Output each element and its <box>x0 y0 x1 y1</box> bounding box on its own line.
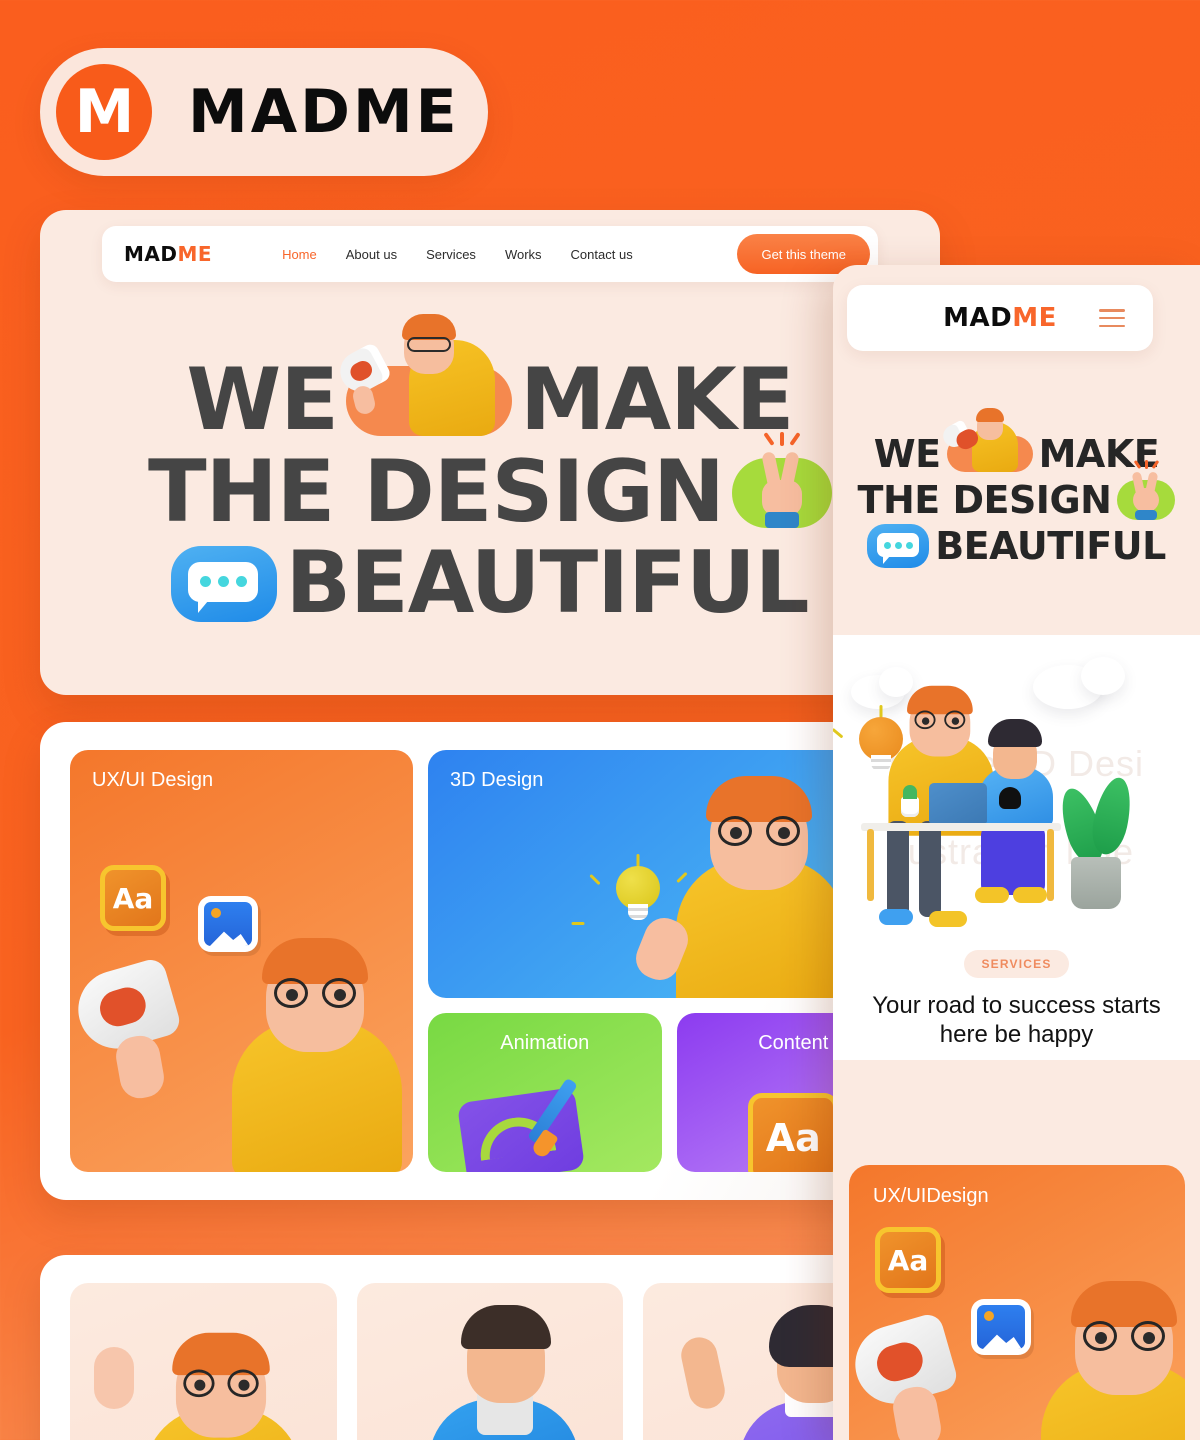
desktop-people-panel <box>40 1255 940 1440</box>
hero-word-make: MAKE <box>520 350 795 451</box>
desktop-hero: WE MAKE THE DESIGN BEAUTIFUL <box>40 290 940 695</box>
mobile-hero-word-we: WE <box>873 432 941 476</box>
nav-links: Home About us Services Works Contact us <box>282 247 633 262</box>
grey-trousers-right <box>919 821 941 917</box>
blue-sneaker <box>879 909 913 925</box>
people-grid <box>70 1283 910 1440</box>
waving-bearded-character <box>134 1332 309 1440</box>
brand-wordmark: MADME <box>188 77 460 147</box>
grey-trousers-left <box>887 821 909 917</box>
mobile-navbar: MADME <box>847 285 1153 351</box>
peace-hand-pill-icon <box>1117 459 1176 520</box>
hero-line-3: BEAUTIFUL <box>171 533 810 634</box>
seated-character-hair <box>988 719 1042 747</box>
mobile-service-card-uxui[interactable]: UX/UIDesign Aa <box>849 1165 1185 1440</box>
people-card-waving[interactable] <box>70 1283 337 1440</box>
mobile-logo-primary: MAD <box>943 303 1013 333</box>
brand-mark-letter: M <box>74 77 135 147</box>
waving-hand-icon <box>94 1347 134 1409</box>
laptop-icon <box>929 783 987 823</box>
desktop-mockup: MADME Home About us Services Works Conta… <box>40 210 940 695</box>
skull-print-icon <box>999 787 1021 809</box>
services-heading: Your road to success starts here be happ… <box>872 992 1161 1048</box>
nav-item-about-us[interactable]: About us <box>346 247 397 262</box>
mobile-service-card-title: UX/UIDesign <box>873 1185 989 1207</box>
desk-leg <box>1047 829 1054 901</box>
lightbulb-icon <box>616 866 660 920</box>
mobile-hero-word-the-design: THE DESIGN <box>857 478 1112 522</box>
brand-badge: M MADME <box>40 48 488 176</box>
mobile-hero-word-beautiful: BEAUTIFUL <box>935 524 1166 568</box>
mobile-hero-line-2: THE DESIGN <box>857 459 1176 522</box>
hero-word-we: WE <box>186 350 339 451</box>
desk-leg <box>867 829 874 901</box>
image-icon <box>971 1299 1031 1355</box>
bearded-character-illustration <box>664 776 854 998</box>
desk-surface <box>861 823 1061 831</box>
nav-item-home[interactable]: Home <box>282 247 317 262</box>
nav-item-works[interactable]: Works <box>505 247 542 262</box>
service-card-title: 3D Design <box>450 769 544 791</box>
mobile-illustration: ital De 3D Desi lustration l De <box>833 635 1200 950</box>
megaphone-character-pill-icon <box>333 314 513 437</box>
service-card-animation[interactable]: Animation <box>428 1013 662 1172</box>
yellow-sneaker <box>975 887 1009 903</box>
yellow-sneaker <box>1013 887 1047 903</box>
hand-icon <box>112 1032 168 1102</box>
nav-item-contact-us[interactable]: Contact us <box>571 247 633 262</box>
cloud-icon <box>1081 657 1125 695</box>
aa-typography-icon: Aa <box>748 1093 839 1172</box>
pointing-finger-icon <box>678 1334 729 1412</box>
mobile-hero-line-3: BEAUTIFUL <box>867 524 1166 568</box>
aa-typography-icon: Aa <box>100 865 166 931</box>
nav-logo-primary: MAD <box>124 242 178 266</box>
blue-jeans <box>981 825 1045 895</box>
service-card-title: UX/UI Design <box>92 769 214 791</box>
hero-line-2: THE DESIGN <box>148 431 832 542</box>
mobile-nav-logo[interactable]: MADME <box>943 303 1057 333</box>
service-card-uxui-design[interactable]: UX/UI Design Aa <box>70 750 413 1172</box>
service-card-title: Animation <box>500 1032 590 1054</box>
service-card-title: Content <box>758 1032 829 1054</box>
mobile-services-section: SERVICES Your road to success starts her… <box>833 950 1200 1060</box>
hero-word-beautiful: BEAUTIFUL <box>285 533 809 634</box>
chat-bubble-icon <box>171 545 278 622</box>
hero-line-1: WE MAKE <box>186 314 795 451</box>
services-badge: SERVICES <box>964 950 1069 978</box>
mobile-logo-accent: ME <box>1012 303 1057 333</box>
nav-logo[interactable]: MADME <box>124 242 212 266</box>
small-plant-leaf <box>903 785 917 799</box>
small-plant-pot <box>901 797 919 817</box>
people-card-thumbs-up[interactable] <box>356 1283 624 1440</box>
mobile-hero: WE MAKE THE DESIGN BEAUTIFUL <box>833 365 1200 635</box>
brand-logo-mark: M <box>56 64 152 160</box>
nav-item-services[interactable]: Services <box>426 247 476 262</box>
services-grid: UX/UI Design Aa 3D Design Animation Cont… <box>70 750 910 1172</box>
hero-word-the-design: THE DESIGN <box>148 441 725 542</box>
aa-typography-icon: Aa <box>875 1227 941 1293</box>
bearded-character-illustration <box>220 938 410 1172</box>
peace-hand-pill-icon <box>731 431 832 528</box>
desktop-services-panel: UX/UI Design Aa 3D Design Animation Cont… <box>40 722 940 1200</box>
mobile-mockup: MADME WE MAKE THE DESIGN BEAUTIFUL Desi … <box>833 265 1200 1440</box>
bearded-character-illustration <box>1029 1281 1185 1440</box>
yellow-sneaker <box>929 911 967 927</box>
nav-logo-accent: ME <box>177 242 213 266</box>
chat-bubble-icon <box>867 524 930 568</box>
megaphone-character-pill-icon <box>938 408 1033 472</box>
desktop-navbar: MADME Home About us Services Works Conta… <box>102 226 878 282</box>
mobile-hero-line-1: WE MAKE <box>873 408 1160 476</box>
hamburger-icon[interactable] <box>1099 309 1125 327</box>
dark-hair <box>460 1305 551 1349</box>
plant-pot-icon <box>1071 857 1121 909</box>
